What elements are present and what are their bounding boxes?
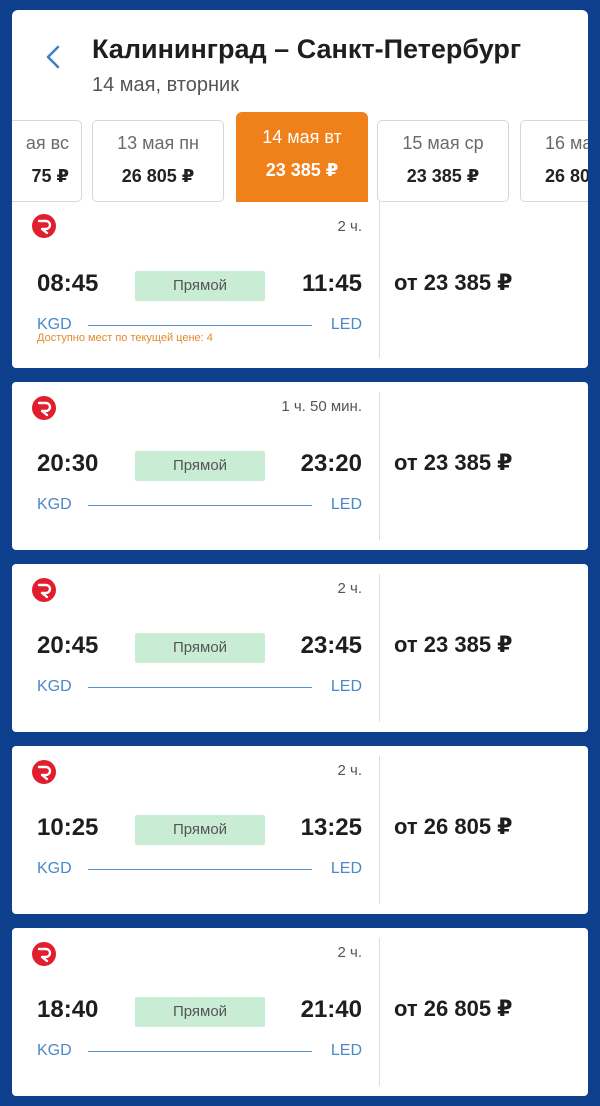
- arrival-airport: LED: [330, 316, 362, 333]
- arrival-airport: LED: [330, 678, 362, 695]
- date-card[interactable]: 13 мая пн 26 805 ₽: [92, 120, 224, 202]
- airline-logo-icon: [32, 942, 56, 966]
- flight-card[interactable]: 2 ч. 08:45 Прямой 11:45 KGD LED Доступно…: [12, 202, 588, 368]
- arrival-airport: LED: [330, 496, 362, 513]
- arrival-time: 23:20: [300, 450, 362, 477]
- date-card-price: 23 385 ₽: [265, 160, 339, 180]
- arrival-time: 13:25: [300, 814, 362, 841]
- departure-airport: KGD: [37, 860, 72, 877]
- page-title: Калининград – Санкт-Петербург: [92, 34, 522, 64]
- flight-price: от 26 805 ₽: [394, 814, 513, 839]
- departure-airport: KGD: [37, 496, 72, 513]
- departure-time: 08:45: [37, 270, 99, 297]
- flight-price: от 23 385 ₽: [394, 632, 513, 657]
- flight-card[interactable]: 2 ч. 18:40 Прямой 21:40 KGD LED от 26 80…: [12, 928, 588, 1096]
- date-card-price: 26 80: [545, 166, 588, 186]
- date-card-date: 13 мая пн: [117, 133, 199, 153]
- date-card-price: 23 385 ₽: [406, 166, 480, 186]
- chevron-left-icon: [46, 45, 60, 69]
- date-card[interactable]: 16 ма 26 80: [520, 120, 588, 202]
- route-line: [88, 1051, 312, 1052]
- flight-duration: 2 ч.: [337, 218, 363, 235]
- direct-badge: Прямой: [135, 815, 265, 845]
- date-card-date: ая вс: [25, 133, 69, 153]
- departure-time: 18:40: [37, 996, 99, 1023]
- date-card-price: 75 ₽: [31, 166, 69, 186]
- card-divider: [379, 392, 380, 540]
- departure-time: 20:30: [37, 450, 99, 477]
- departure-time: 10:25: [37, 814, 99, 841]
- route-line: [88, 505, 312, 506]
- date-card-date: 15 мая ср: [402, 133, 484, 153]
- flight-price: от 23 385 ₽: [394, 270, 513, 295]
- page-subtitle: 14 мая, вторник: [92, 74, 239, 96]
- direct-badge: Прямой: [135, 633, 265, 663]
- flight-duration: 1 ч. 50 мин.: [281, 398, 362, 415]
- direct-badge: Прямой: [135, 997, 265, 1027]
- date-card-price: 26 805 ₽: [121, 166, 195, 186]
- flight-price: от 26 805 ₽: [394, 996, 513, 1021]
- card-divider: [379, 574, 380, 722]
- route-line: [88, 325, 312, 326]
- flight-card[interactable]: 1 ч. 50 мин. 20:30 Прямой 23:20 KGD LED …: [12, 382, 588, 550]
- flight-duration: 2 ч.: [337, 944, 363, 961]
- seats-note: Доступно мест по текущей цене: 4: [37, 332, 213, 344]
- flight-duration: 2 ч.: [337, 580, 363, 597]
- flight-card[interactable]: 2 ч. 10:25 Прямой 13:25 KGD LED от 26 80…: [12, 746, 588, 914]
- direct-badge: Прямой: [135, 451, 265, 481]
- date-card-date: 16 ма: [545, 133, 588, 153]
- card-divider: [379, 756, 380, 904]
- arrival-time: 21:40: [300, 996, 362, 1023]
- airline-logo-icon: [32, 578, 56, 602]
- header: Калининград – Санкт-Петербург 14 мая, вт…: [12, 10, 588, 216]
- departure-time: 20:45: [37, 632, 99, 659]
- airline-logo-icon: [32, 396, 56, 420]
- date-selector: ая вс 75 ₽ 13 мая пн 26 805 ₽ 14 мая вт …: [12, 112, 588, 216]
- flight-card[interactable]: 2 ч. 20:45 Прямой 23:45 KGD LED от 23 38…: [12, 564, 588, 732]
- departure-airport: KGD: [37, 678, 72, 695]
- direct-badge: Прямой: [135, 271, 265, 301]
- departure-airport: KGD: [37, 1042, 72, 1059]
- date-card-date: 14 мая вт: [262, 127, 342, 147]
- flight-duration: 2 ч.: [337, 762, 363, 779]
- flight-price: от 23 385 ₽: [394, 450, 513, 475]
- card-divider: [379, 202, 380, 358]
- arrival-time: 11:45: [301, 270, 362, 297]
- route-line: [88, 869, 312, 870]
- arrival-time: 23:45: [300, 632, 362, 659]
- arrival-airport: LED: [330, 1042, 362, 1059]
- date-card[interactable]: ая вс 75 ₽: [12, 120, 82, 202]
- card-divider: [379, 938, 380, 1086]
- date-card-active[interactable]: 14 мая вт 23 385 ₽: [236, 112, 368, 216]
- route-line: [88, 687, 312, 688]
- airline-logo-icon: [32, 214, 56, 238]
- airline-logo-icon: [32, 760, 56, 784]
- date-card[interactable]: 15 мая ср 23 385 ₽: [377, 120, 509, 202]
- arrival-airport: LED: [330, 860, 362, 877]
- back-button[interactable]: [42, 44, 66, 70]
